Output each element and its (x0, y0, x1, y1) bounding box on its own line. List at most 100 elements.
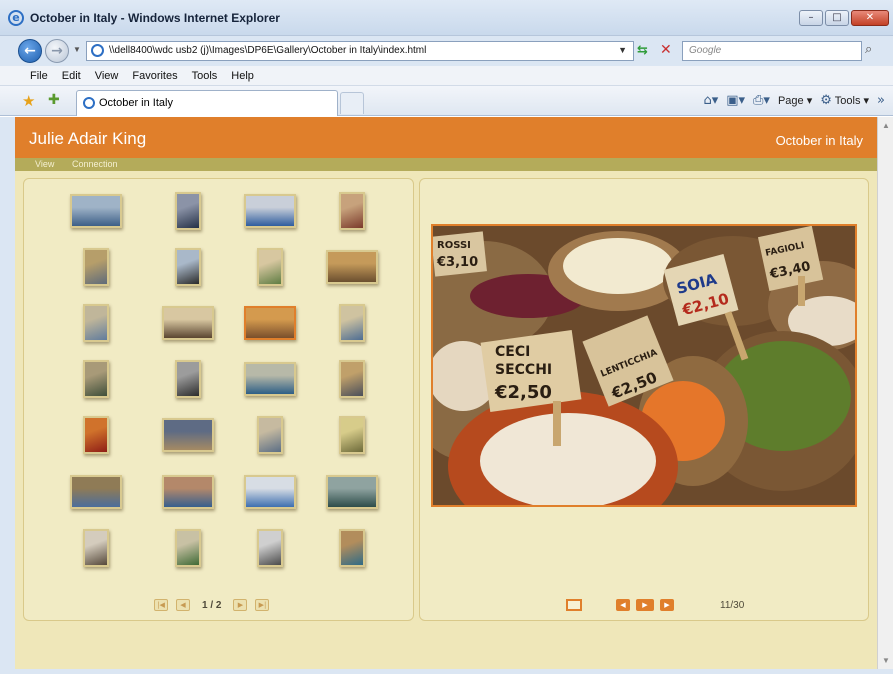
thumbnail[interactable] (83, 529, 109, 567)
menu-file[interactable]: File (30, 70, 48, 82)
thumbnail[interactable] (326, 475, 378, 509)
viewer-controls: ◀ ▶ ▶ 11/30 (566, 599, 744, 611)
thumbnail[interactable] (83, 360, 109, 398)
thumbnail[interactable] (257, 248, 283, 286)
site-title: Julie Adair King (29, 129, 147, 148)
stop-icon[interactable]: ✕ (660, 42, 672, 58)
thumbnail[interactable] (83, 416, 109, 454)
thumbnail[interactable] (162, 306, 214, 340)
slideshow-button[interactable] (566, 599, 582, 611)
thumbnail[interactable] (339, 192, 365, 230)
svg-text:€2,50: €2,50 (494, 382, 552, 403)
next-image-button[interactable]: ▶ (660, 599, 674, 611)
svg-text:€3,10: €3,10 (436, 255, 478, 270)
menu-tools[interactable]: Tools (192, 70, 218, 82)
previous-image-button[interactable]: ◀ (616, 599, 630, 611)
tab-october-in-italy[interactable]: October in Italy (76, 90, 338, 116)
thumbnail[interactable] (175, 192, 201, 230)
search-placeholder: Google (689, 45, 722, 56)
gallery-header: Julie Adair King October in Italy (15, 117, 877, 158)
title-bar: e October in Italy - Windows Internet Ex… (0, 0, 893, 36)
thumbnail[interactable] (83, 304, 109, 342)
tools-menu-label: Tools (834, 95, 861, 107)
nav-view[interactable]: View (35, 159, 54, 169)
thumbnail[interactable] (339, 416, 365, 454)
menu-view[interactable]: View (95, 70, 119, 82)
next-page-button[interactable]: ▶ (233, 599, 248, 611)
menu-bar: File Edit View Favorites Tools Help (0, 66, 893, 86)
search-input[interactable]: Google (682, 41, 862, 61)
thumbnail[interactable] (175, 360, 201, 398)
main-photo[interactable]: ROSSI €3,10 CECI SECCHI €2,50 LENTICCHIA… (431, 224, 857, 507)
thumbnail[interactable] (326, 250, 378, 284)
thumbnail[interactable] (244, 306, 296, 340)
thumbnail[interactable] (257, 416, 283, 454)
maximize-button[interactable]: □ (825, 10, 849, 26)
home-icon[interactable]: ⌂▾ (703, 93, 718, 108)
print-icon[interactable]: ⎙▾ (753, 93, 770, 108)
minimize-button[interactable]: – (799, 10, 823, 26)
menu-edit[interactable]: Edit (62, 70, 81, 82)
window-controls: – □ ✕ (799, 10, 889, 26)
play-button[interactable]: ▶ (636, 599, 654, 611)
image-viewer-panel: ROSSI €3,10 CECI SECCHI €2,50 LENTICCHIA… (419, 178, 869, 621)
scroll-down-icon[interactable]: ▼ (882, 656, 890, 665)
thumbnail[interactable] (244, 362, 296, 396)
search-icon[interactable]: ⌕ (865, 42, 872, 57)
favorites-star-icon[interactable]: ★ (22, 92, 35, 110)
thumbnail[interactable] (162, 418, 214, 452)
thumbnail[interactable] (175, 529, 201, 567)
thumbnail[interactable] (83, 248, 109, 286)
window-bottom-border (0, 669, 893, 674)
new-tab-button[interactable] (340, 92, 364, 114)
tools-menu[interactable]: ⚙ Tools ▾ (820, 93, 869, 108)
tab-row: ★ ✚ October in Italy ⌂▾ ▣▾ ⎙▾ Page ▾ ⚙ T… (0, 86, 893, 116)
refresh-icon[interactable]: ⇆ (637, 43, 657, 61)
svg-text:CECI: CECI (495, 344, 530, 360)
thumbnail[interactable] (175, 248, 201, 286)
svg-text:SECCHI: SECCHI (495, 362, 552, 378)
thumbnail[interactable] (339, 529, 365, 567)
previous-page-button[interactable]: ◀ (176, 599, 190, 611)
page-menu[interactable]: Page ▾ (778, 94, 812, 107)
ie-logo-icon: e (8, 10, 24, 26)
feeds-icon[interactable]: ▣▾ (726, 93, 745, 108)
address-dropdown-icon[interactable]: ▼ (618, 45, 627, 55)
recent-pages-dropdown[interactable]: ▼ (73, 45, 81, 54)
tools-gear-icon: ⚙ (820, 93, 832, 108)
thumbnail[interactable] (70, 475, 122, 509)
vertical-scrollbar[interactable]: ▲ ▼ (877, 117, 893, 669)
market-photo: ROSSI €3,10 CECI SECCHI €2,50 LENTICCHIA… (433, 226, 855, 505)
close-button[interactable]: ✕ (851, 10, 889, 26)
page-icon (91, 44, 104, 57)
thumbnail[interactable] (339, 360, 365, 398)
nav-connection[interactable]: Connection (72, 159, 118, 169)
thumbnail[interactable] (257, 529, 283, 567)
forward-button[interactable]: → (45, 39, 69, 63)
address-bar[interactable]: \\dell8400\wdc usb2 (j)\Images\DP6E\Gall… (86, 41, 634, 61)
command-bar: ⌂▾ ▣▾ ⎙▾ Page ▾ ⚙ Tools ▾ » (703, 93, 885, 108)
thumbnail[interactable] (244, 194, 296, 228)
chevron-more-icon[interactable]: » (877, 93, 885, 108)
page-viewport: Julie Adair King October in Italy View C… (15, 117, 877, 669)
url-text: \\dell8400\wdc usb2 (j)\Images\DP6E\Gall… (109, 45, 427, 56)
add-favorites-icon[interactable]: ✚ (48, 92, 60, 108)
menu-favorites[interactable]: Favorites (132, 70, 177, 82)
back-button[interactable]: ← (18, 39, 42, 63)
last-page-button[interactable]: ▶| (255, 599, 270, 611)
thumbnail-pager: |◀ ◀ 1 / 2 ▶ ▶| (154, 599, 270, 611)
sub-nav: View Connection (15, 158, 877, 171)
thumbnail[interactable] (162, 475, 214, 509)
thumbnail[interactable] (70, 194, 122, 228)
sign-rossi: ROSSI (437, 240, 471, 251)
menu-help[interactable]: Help (231, 70, 254, 82)
thumbnail[interactable] (339, 304, 365, 342)
image-counter: 11/30 (720, 599, 745, 611)
window-left-border (0, 117, 15, 674)
scroll-up-icon[interactable]: ▲ (882, 121, 890, 130)
thumbnail[interactable] (244, 475, 296, 509)
page-indicator: 1 / 2 (202, 599, 222, 611)
window-title: October in Italy - Windows Internet Expl… (30, 11, 280, 25)
gallery-title: October in Italy (775, 133, 863, 148)
first-page-button[interactable]: |◀ (154, 599, 168, 611)
